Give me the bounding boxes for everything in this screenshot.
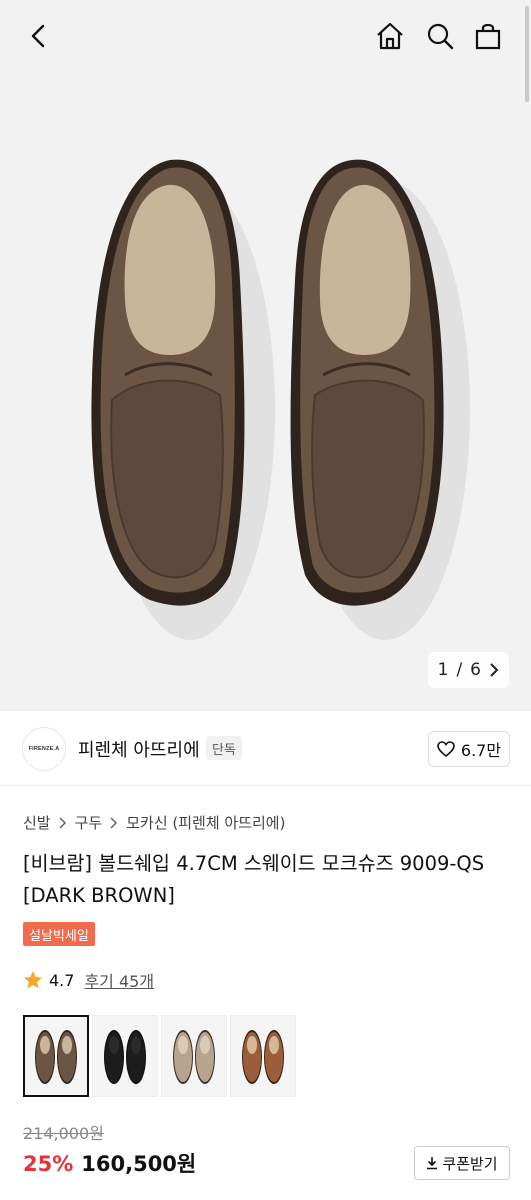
discount-rate: 25% xyxy=(23,1152,74,1176)
heart-icon xyxy=(437,741,455,757)
original-price: 214,000원 xyxy=(23,1124,104,1143)
search-button[interactable] xyxy=(420,16,460,56)
price-row: 25% 160,500원 xyxy=(23,1148,196,1178)
sale-badge: 설날빅세일 xyxy=(23,922,95,946)
final-price: 160,500원 xyxy=(81,1152,197,1176)
color-option-brown[interactable] xyxy=(230,1015,296,1097)
gallery-total: 6 xyxy=(470,660,481,680)
color-option-dark-brown[interactable] xyxy=(23,1015,89,1097)
rating-value: 4.7 xyxy=(49,970,75,990)
shopping-bag-icon xyxy=(475,23,501,50)
brand-row[interactable]: FIRENZE.A 피렌체 아뜨리에 단독 6.7만 xyxy=(0,712,531,786)
shoe-thumbnail xyxy=(35,1030,77,1084)
chevron-right-icon xyxy=(59,816,66,829)
like-button[interactable]: 6.7만 xyxy=(428,731,510,767)
chevron-right-icon[interactable] xyxy=(489,663,499,677)
download-icon xyxy=(427,1157,438,1170)
shoe-thumbnail xyxy=(104,1030,146,1084)
breadcrumb-item[interactable]: 모카신 (피렌체 아뜨리에) xyxy=(126,812,285,833)
rating-summary[interactable]: 4.7 후기 45개 xyxy=(23,968,154,992)
scrollbar[interactable] xyxy=(525,6,529,102)
gallery-current-index: 1 xyxy=(437,660,449,680)
back-button[interactable] xyxy=(18,16,58,56)
cart-button[interactable] xyxy=(468,16,508,56)
color-option-black[interactable] xyxy=(92,1015,158,1097)
breadcrumb-item[interactable]: 신발 xyxy=(23,812,51,833)
brand-name[interactable]: 피렌체 아뜨리에 xyxy=(78,736,200,762)
product-title: [비브람] 볼드쉐입 4.7CM 스웨이드 모크슈즈 9009-QS [DARK… xyxy=(23,852,485,907)
brand-logo-text: FIRENZE.A xyxy=(28,746,60,752)
gallery-pager[interactable]: 1 / 6 xyxy=(427,652,509,688)
search-icon xyxy=(427,23,454,50)
top-navigation-bar xyxy=(0,0,531,72)
shoe-thumbnail xyxy=(242,1030,284,1084)
color-option-beige[interactable] xyxy=(161,1015,227,1097)
breadcrumb-item[interactable]: 구두 xyxy=(75,812,103,833)
breadcrumb: 신발 구두 모카신 (피렌체 아뜨리에) xyxy=(23,812,285,833)
exclusive-badge: 단독 xyxy=(206,736,242,760)
chevron-right-icon xyxy=(110,816,118,829)
like-count: 6.7만 xyxy=(460,741,502,760)
star-icon xyxy=(24,971,42,989)
gallery-separator: / xyxy=(456,660,463,680)
shoe-thumbnail xyxy=(173,1030,215,1084)
product-photo xyxy=(91,159,470,640)
coupon-label: 쿠폰받기 xyxy=(442,1154,498,1173)
coupon-button[interactable]: 쿠폰받기 xyxy=(414,1146,510,1180)
chevron-left-icon xyxy=(31,24,45,48)
brand-logo[interactable]: FIRENZE.A xyxy=(22,727,66,771)
home-button[interactable] xyxy=(370,16,410,56)
reviews-link[interactable]: 후기 45개 xyxy=(84,968,154,992)
product-image-gallery[interactable]: 1 / 6 xyxy=(0,0,531,711)
home-icon xyxy=(377,22,403,50)
